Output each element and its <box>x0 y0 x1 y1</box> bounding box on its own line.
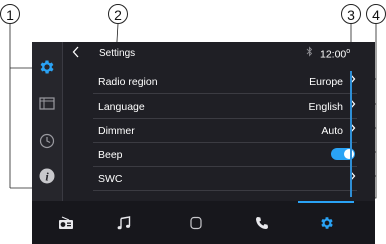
callout-4: 4 <box>366 4 386 24</box>
setting-value: English <box>308 101 343 113</box>
clock-icon <box>39 133 55 149</box>
setting-value: Europe <box>309 76 343 88</box>
back-button[interactable] <box>72 45 80 61</box>
setting-label: Dimmer <box>98 125 135 137</box>
callout-2: 2 <box>108 4 128 24</box>
scrollbar[interactable] <box>350 71 352 197</box>
header-bar: Settings 12:00o <box>63 42 375 64</box>
head-unit-screen: i Settings 12:00o Radio region Europe La… <box>32 42 375 244</box>
radio-icon <box>59 215 73 229</box>
clock-readout: 12:00o <box>320 48 351 61</box>
info-icon: i <box>39 168 55 184</box>
setting-row-beep: Beep <box>93 142 357 167</box>
gear-icon <box>321 216 333 229</box>
home-icon <box>190 216 202 229</box>
toggle-knob <box>344 149 354 159</box>
setting-row-swc[interactable]: SWC <box>93 166 357 191</box>
setting-row-radio-region[interactable]: Radio region Europe <box>93 69 357 94</box>
display-icon <box>39 97 55 110</box>
music-note-icon <box>117 215 131 229</box>
gear-icon <box>40 60 54 74</box>
setting-row-dimmer[interactable]: Dimmer Auto <box>93 118 357 143</box>
setting-value: Auto <box>321 125 343 137</box>
nav-music[interactable] <box>90 201 158 244</box>
setting-label: Language <box>98 101 145 113</box>
sidebar-item-time[interactable] <box>32 129 62 153</box>
setting-row-language[interactable]: Language English <box>93 94 357 119</box>
callout-1: 1 <box>0 4 20 24</box>
setting-label: Beep <box>98 149 123 161</box>
callout-3: 3 <box>341 4 361 24</box>
sidebar-item-display[interactable] <box>32 92 62 116</box>
setting-label: SWC <box>98 173 123 185</box>
active-tab-indicator <box>298 201 354 203</box>
setting-label: Radio region <box>98 76 158 88</box>
chevron-left-icon <box>72 46 79 58</box>
settings-sidebar: i <box>32 42 62 201</box>
phone-icon <box>256 216 268 229</box>
nav-phone[interactable] <box>228 201 296 244</box>
nav-home[interactable] <box>162 201 230 244</box>
page-title: Settings <box>99 48 136 59</box>
sidebar-item-info[interactable]: i <box>32 164 62 188</box>
sidebar-divider <box>62 42 63 201</box>
sidebar-item-general[interactable] <box>32 55 62 79</box>
nav-settings[interactable] <box>293 201 361 244</box>
bottom-nav <box>32 201 375 244</box>
bluetooth-icon <box>306 46 313 60</box>
